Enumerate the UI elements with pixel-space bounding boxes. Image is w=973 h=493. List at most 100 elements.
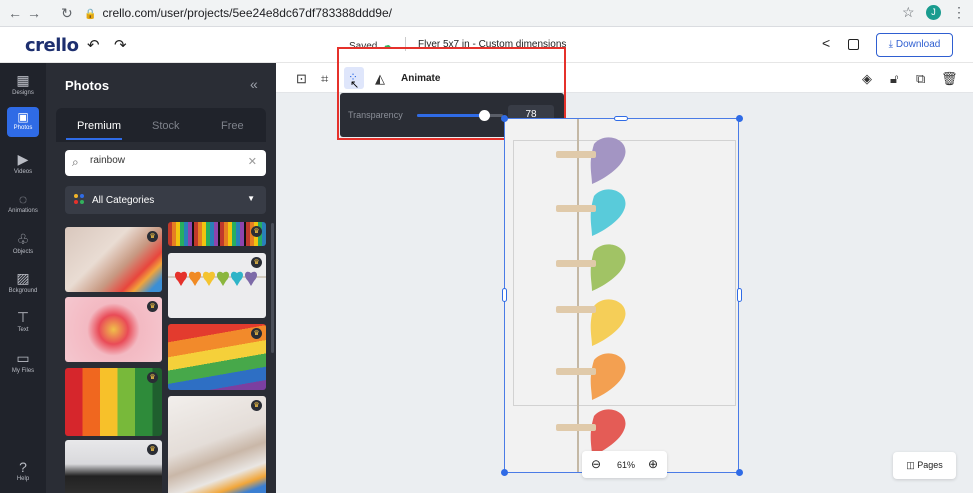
premium-crown-icon: ♛: [147, 372, 158, 383]
rail-animations-label: Animations: [8, 208, 38, 214]
zoom-control: ⊖ 61% ⊕: [582, 451, 667, 478]
address-bar[interactable]: 🔒 crello.com/user/projects/5ee24e8dc67df7…: [84, 3, 884, 24]
download-icon: ⤓: [888, 39, 896, 50]
rail-objects[interactable]: ♧ Objects: [0, 231, 46, 255]
rail-videos[interactable]: ▶ Videos: [0, 151, 46, 175]
categories-icon: [74, 194, 84, 204]
help-icon: ?: [19, 459, 27, 475]
search-field[interactable]: ⌕ ✕: [65, 150, 266, 176]
undo-icon[interactable]: ↶: [87, 36, 100, 54]
rail-background-label: Bckground: [8, 288, 38, 294]
resize-handle-top-left[interactable]: [501, 115, 508, 122]
tab-free[interactable]: Free: [221, 120, 244, 132]
lock-icon: 🔒: [84, 9, 97, 20]
videos-icon: ▶: [17, 151, 29, 167]
panel-scrollbar[interactable]: [271, 223, 274, 353]
pages-icon: ◫: [906, 460, 918, 470]
designs-icon: ▦: [16, 72, 30, 88]
design-page[interactable]: [504, 118, 739, 473]
photo-thumb[interactable]: ♛: [168, 396, 266, 493]
reload-icon[interactable]: ↻: [61, 5, 73, 22]
photos-icon: ▣: [17, 110, 29, 124]
photo-thumb[interactable]: ♛: [65, 227, 162, 292]
objects-icon: ♧: [16, 231, 30, 247]
rail-videos-label: Videos: [13, 169, 33, 175]
search-icon: ⌕: [72, 155, 79, 169]
crop-icon[interactable]: ⌗: [321, 71, 328, 87]
active-tab-underline: [66, 138, 122, 140]
browser-bar: ← → ↻ 🔒 crello.com/user/projects/5ee24e8d…: [0, 0, 973, 27]
collapse-panel-icon[interactable]: «: [250, 76, 258, 92]
tab-stock[interactable]: Stock: [152, 120, 180, 132]
rail-animations[interactable]: ◌ Animations: [0, 191, 46, 214]
duplicate-icon[interactable]: ⧉: [916, 71, 925, 87]
photo-thumb[interactable]: ♛: [65, 297, 162, 362]
animations-icon: ◌: [18, 191, 28, 207]
resize-handle-bottom-left[interactable]: [501, 469, 508, 476]
lock-icon[interactable]: 🔓︎: [890, 71, 898, 87]
rail-text[interactable]: ⊤ Text: [0, 309, 46, 333]
zoom-in-icon[interactable]: ⊕: [648, 457, 658, 471]
photo-thumb[interactable]: ♛: [65, 440, 162, 493]
crello-logo[interactable]: crello: [25, 35, 79, 56]
pages-label: Pages: [917, 460, 943, 470]
forward-icon[interactable]: →: [27, 5, 41, 21]
rail-help[interactable]: ? Help: [0, 459, 46, 482]
redo-icon[interactable]: ↷: [114, 36, 127, 54]
profile-avatar[interactable]: J: [926, 5, 941, 20]
premium-crown-icon: ♛: [251, 226, 262, 237]
photo-tabs: Premium Stock Free: [56, 108, 266, 142]
photo-thumb[interactable]: ♛: [168, 324, 266, 390]
premium-crown-icon: ♛: [147, 301, 158, 312]
category-label: All Categories: [92, 195, 155, 206]
premium-crown-icon: ♛: [251, 257, 262, 268]
transparency-overlay: [504, 118, 739, 473]
rail-text-label: Text: [17, 327, 29, 333]
pages-button[interactable]: ◫ Pages: [893, 452, 956, 479]
resize-handle-right[interactable]: [737, 288, 742, 302]
text-icon: ⊤: [16, 309, 30, 325]
fit-frame-icon[interactable]: ⊡: [296, 71, 307, 87]
photo-thumb[interactable]: ♛: [168, 253, 266, 318]
zoom-out-icon[interactable]: ⊖: [591, 457, 601, 471]
url-text: crello.com/user/projects/5ee24e8dc67df78…: [102, 6, 392, 20]
download-button[interactable]: ⤓ Download: [876, 33, 953, 57]
rail-help-label: Help: [16, 476, 30, 482]
delete-icon[interactable]: 🗑︎: [941, 71, 958, 87]
share-icon[interactable]: <: [822, 35, 830, 51]
rail-objects-label: Objects: [12, 249, 34, 255]
premium-crown-icon: ♛: [251, 328, 262, 339]
tab-premium[interactable]: Premium: [77, 120, 121, 132]
resize-handle-bottom-right[interactable]: [736, 469, 743, 476]
photo-thumb[interactable]: ♛: [168, 222, 266, 246]
photos-panel: Photos « Premium Stock Free ⌕ ✕ All Cate…: [46, 63, 276, 493]
back-icon[interactable]: ←: [8, 5, 22, 21]
rail-photos-label: Photos: [13, 125, 33, 131]
bookmark-star-icon[interactable]: ☆: [902, 4, 915, 21]
resize-handle-left[interactable]: [502, 288, 507, 302]
rail-my-files[interactable]: ▭ My Files: [0, 350, 46, 374]
panel-title: Photos: [65, 78, 110, 93]
more-menu-icon[interactable]: ⋮: [952, 4, 966, 21]
rail-designs[interactable]: ▦ Designs: [0, 72, 46, 96]
premium-crown-icon: ♛: [251, 400, 262, 411]
category-dropdown[interactable]: All Categories ▼: [65, 186, 266, 214]
premium-crown-icon: ♛: [147, 231, 158, 242]
rail-my-files-label: My Files: [11, 368, 35, 374]
zoom-value[interactable]: 61%: [617, 460, 635, 470]
photo-thumb[interactable]: ♛: [65, 368, 162, 436]
folder-icon: ▭: [16, 350, 30, 366]
search-input[interactable]: [90, 155, 240, 166]
rail-designs-label: Designs: [12, 90, 34, 96]
download-label: Download: [895, 39, 941, 50]
premium-crown-icon: ♛: [147, 444, 158, 455]
resize-icon[interactable]: [848, 39, 859, 50]
layers-icon[interactable]: ◈: [862, 71, 872, 87]
resize-handle-top[interactable]: [614, 116, 628, 121]
clear-search-icon[interactable]: ✕: [248, 155, 257, 168]
rail-background[interactable]: ▨ Bckground: [0, 270, 46, 294]
background-icon: ▨: [16, 270, 30, 286]
caret-down-icon: ▼: [247, 194, 255, 203]
resize-handle-top-right[interactable]: [736, 115, 743, 122]
rail-photos[interactable]: ▣ Photos: [0, 107, 46, 137]
